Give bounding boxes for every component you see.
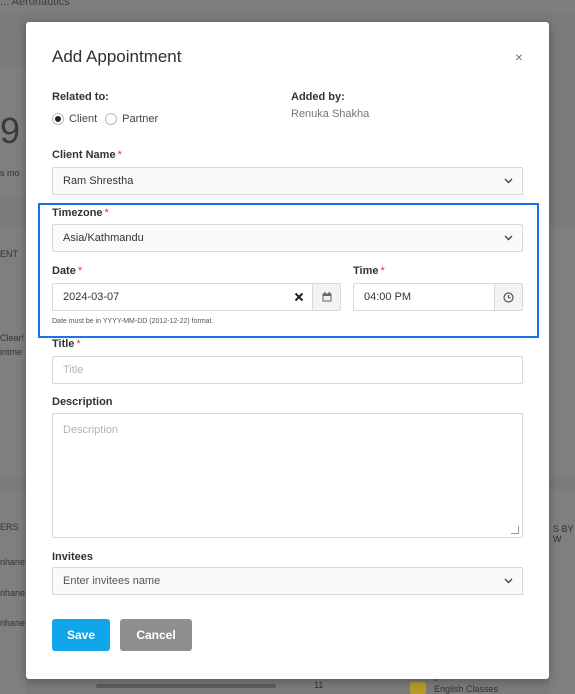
timezone-value: Asia/Kathmandu — [63, 232, 144, 244]
title-input[interactable]: Title — [52, 356, 523, 384]
timezone-select[interactable]: Asia/Kathmandu — [52, 224, 523, 252]
added-by-label: Added by: — [291, 91, 345, 103]
required-mark: * — [104, 207, 109, 219]
required-mark: * — [380, 265, 385, 277]
required-mark: * — [117, 149, 122, 161]
timezone-label-text: Timezone — [52, 207, 103, 219]
bg-text: Clear! — [0, 333, 25, 343]
time-value: 04:00 PM — [364, 291, 412, 303]
date-format-hint: Date must be in YYYY-MM-DD (2012-12-22) … — [52, 318, 214, 325]
calendar-icon[interactable] — [312, 284, 340, 310]
client-radio[interactable] — [52, 113, 64, 125]
bg-count: 11 — [314, 680, 324, 690]
required-mark: * — [77, 265, 83, 277]
invitees-select[interactable]: Enter invitees name — [52, 567, 523, 595]
date-label: Date * — [52, 265, 82, 277]
partner-radio[interactable] — [105, 113, 118, 125]
time-input[interactable]: 04:00 PM — [353, 283, 523, 311]
resize-handle[interactable] — [511, 526, 519, 534]
clock-icon[interactable] — [494, 284, 522, 310]
date-label-text: Date — [52, 265, 76, 277]
title-label: Title * — [52, 338, 81, 350]
client-name-select[interactable]: Ram Shrestha — [52, 167, 523, 195]
add-appointment-modal: Add Appointment × Related to: Client Par… — [26, 22, 549, 679]
client-name-label: Client Name * — [52, 149, 122, 161]
bg-text: nhane — [0, 618, 26, 628]
description-placeholder: Description — [63, 424, 119, 436]
bg-text: S BY W — [553, 524, 574, 544]
client-name-label-text: Client Name — [52, 149, 116, 161]
title-label-text: Title — [52, 338, 75, 350]
date-input[interactable]: 2024-03-07 — [52, 283, 341, 311]
related-to-radio-group: Client Partner — [52, 113, 166, 125]
description-label: Description — [52, 396, 113, 408]
invitees-placeholder: Enter invitees name — [63, 575, 161, 587]
bg-card — [549, 490, 575, 694]
bg-text: intme — [0, 347, 23, 357]
clear-icon[interactable] — [294, 284, 304, 310]
time-label: Time * — [353, 265, 385, 277]
description-textarea[interactable]: Description — [52, 413, 523, 538]
chevron-down-icon[interactable] — [494, 225, 522, 251]
bg-card — [549, 228, 575, 476]
invitees-label: Invitees — [52, 551, 93, 563]
added-by-value: Renuka Shakha — [291, 108, 370, 120]
client-name-value: Ram Shrestha — [63, 175, 134, 187]
chevron-down-icon[interactable] — [494, 568, 522, 594]
bg-legend-swatch — [410, 682, 426, 694]
required-mark: * — [76, 338, 81, 350]
bg-breadcrumb: ... Aeronautics — [0, 0, 70, 8]
cancel-button[interactable]: Cancel — [120, 619, 192, 651]
partner-radio-label[interactable]: Partner — [122, 113, 158, 125]
bg-english: English Classes — [434, 684, 499, 694]
related-to-label: Related to: — [52, 91, 109, 103]
bg-text: s mo — [0, 168, 20, 178]
bg-progress-bar — [96, 684, 276, 688]
bg-text: ERS — [0, 522, 19, 532]
bg-text: ENT — [0, 249, 18, 259]
chevron-down-icon[interactable] — [494, 168, 522, 194]
date-value: 2024-03-07 — [63, 291, 120, 303]
client-radio-label[interactable]: Client — [69, 113, 97, 125]
bg-stat-number: 9 — [0, 110, 21, 151]
time-label-text: Time — [353, 265, 379, 277]
save-button[interactable]: Save — [52, 619, 110, 651]
title-placeholder: Title — [63, 364, 84, 376]
timezone-label: Timezone * — [52, 207, 109, 219]
bg-header — [0, 0, 575, 12]
modal-title: Add Appointment — [52, 47, 182, 66]
close-icon[interactable]: × — [515, 49, 523, 65]
bg-text: nhane — [0, 557, 26, 567]
bg-text: nhane — [0, 588, 26, 598]
